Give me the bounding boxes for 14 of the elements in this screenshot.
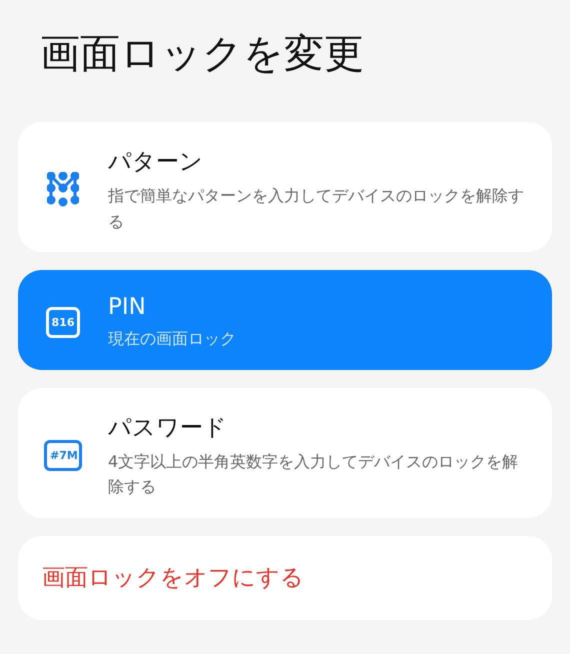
option-label: パスワード: [108, 414, 228, 443]
lock-option[interactable]: パターン 指で簡単なパターンを入力してデバイスのロックを解除する: [18, 122, 552, 252]
option-label: PIN: [108, 294, 147, 320]
option-label: パターン: [108, 148, 204, 177]
code-icon: 816: [46, 307, 80, 338]
option-description: 現在の画面ロック: [108, 328, 236, 350]
page-title: 画面ロックを変更: [40, 30, 365, 79]
option-description: 指で簡単なパターンを入力してデバイスのロックを解除する: [108, 185, 525, 233]
lock-option[interactable]: 816 PIN 現在の画面ロック: [18, 270, 552, 370]
pattern-icon: [47, 172, 79, 208]
option-description: 4文字以上の半角英数字を入力してデバイスのロックを解除する: [108, 450, 520, 498]
turn-off-button[interactable]: 画面ロックをオフにする: [18, 536, 552, 620]
lock-option[interactable]: #7M パスワード 4文字以上の半角英数字を入力してデバイスのロックを解除する: [18, 388, 552, 518]
code-icon: #7M: [44, 440, 82, 472]
